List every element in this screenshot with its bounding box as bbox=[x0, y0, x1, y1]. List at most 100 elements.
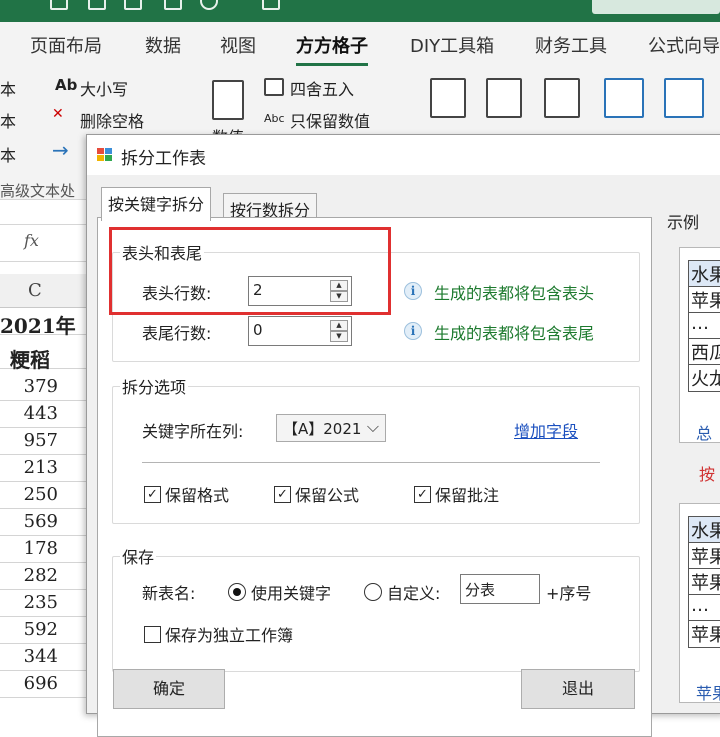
find-locate-icon[interactable] bbox=[664, 78, 704, 118]
checkbox-icon: ✓ bbox=[274, 485, 291, 503]
footer-rows-spinner[interactable]: 0 ▲ ▼ bbox=[248, 316, 352, 346]
example-frame-1: 水果 苹果 … 西瓜 火龙 总 bbox=[679, 247, 720, 443]
save-group bbox=[112, 556, 640, 672]
key-column-value: 【A】2021 bbox=[283, 420, 362, 438]
example-row: 水果 bbox=[689, 517, 720, 543]
ribbon-cut-item-2[interactable]: 本 bbox=[0, 108, 16, 132]
table-cell[interactable]: 443 bbox=[0, 401, 90, 428]
table-cell[interactable]: 569 bbox=[0, 509, 90, 536]
footer-rows-label: 表尾行数: bbox=[142, 324, 212, 343]
remove-spaces-button[interactable]: 删除空格 bbox=[80, 108, 144, 132]
copy-paste-icon[interactable] bbox=[430, 78, 466, 118]
radio-selected-icon bbox=[228, 583, 246, 601]
table-cell[interactable]: 696 bbox=[0, 671, 90, 698]
tab-view[interactable]: 视图 bbox=[220, 32, 256, 58]
keep-formula-label: 保留公式 bbox=[295, 486, 360, 505]
arrow-right-icon[interactable]: → bbox=[52, 138, 69, 162]
footer-hint: 生成的表都将包含表尾 bbox=[434, 324, 595, 343]
custom-name-label: 自定义: bbox=[387, 584, 441, 603]
camera-icon[interactable] bbox=[200, 0, 218, 10]
example-table-2: 水果 苹果 苹果 … 苹果 bbox=[688, 516, 720, 648]
key-column-select[interactable]: 【A】2021 ⌵ bbox=[276, 414, 386, 442]
ribbon-group-text-processing: 高级文本处 bbox=[0, 182, 76, 200]
ribbon-cut-item-3[interactable]: 本 bbox=[0, 142, 16, 166]
ok-button[interactable]: 确定 bbox=[113, 669, 225, 709]
values-icon[interactable] bbox=[212, 80, 244, 120]
keep-format-checkbox[interactable]: ✓ 保留格式 bbox=[144, 482, 229, 506]
sheet-cells[interactable]: 2021年 粳稻 379 443 957 213 250 569 178 282… bbox=[0, 308, 90, 701]
exit-button[interactable]: 退出 bbox=[521, 669, 635, 709]
table-cell[interactable]: 957 bbox=[0, 428, 90, 455]
header-hint: 生成的表都将包含表头 bbox=[434, 284, 595, 303]
tab-finance-tools[interactable]: 财务工具 bbox=[535, 32, 607, 58]
round-button[interactable]: 四舍五入 bbox=[290, 76, 354, 100]
table-cell[interactable]: 592 bbox=[0, 617, 90, 644]
save-group-label: 保存 bbox=[120, 544, 157, 568]
save-icon[interactable] bbox=[50, 0, 68, 10]
app-icon bbox=[97, 148, 113, 162]
highlight-box bbox=[109, 227, 391, 315]
table-cell[interactable]: 178 bbox=[0, 536, 90, 563]
custom-name-input[interactable]: 分表 bbox=[460, 574, 540, 604]
example-table-1: 水果 苹果 … 西瓜 火龙 bbox=[688, 260, 720, 392]
table-cell[interactable]: 282 bbox=[0, 563, 90, 590]
table-cell[interactable]: 2021年 bbox=[0, 308, 90, 338]
table-cell[interactable]: 250 bbox=[0, 482, 90, 509]
table-cell[interactable]: 379 bbox=[0, 374, 90, 401]
split-sheet-dialog: 拆分工作表 按关键字拆分 按行数拆分 表头和表尾 表头行数: 2 ▲ ▼ i 生… bbox=[86, 134, 720, 737]
table-cell[interactable]: 235 bbox=[0, 590, 90, 617]
custom-name-value: 分表 bbox=[465, 581, 496, 599]
uppercase-button[interactable]: 大小写 bbox=[80, 76, 128, 100]
divider bbox=[142, 462, 600, 463]
text-box-icon[interactable] bbox=[262, 0, 280, 10]
use-keyword-radio[interactable]: 使用关键字 bbox=[228, 580, 331, 604]
spin-up-icon[interactable]: ▲ bbox=[330, 320, 348, 331]
tab-diy-toolbox[interactable]: DIY工具箱 bbox=[410, 32, 494, 58]
remove-spaces-icon: ✕ bbox=[52, 106, 64, 122]
sort-icon[interactable] bbox=[124, 0, 142, 10]
tab-page-layout[interactable]: 页面布局 bbox=[30, 32, 102, 58]
column-letter: C bbox=[28, 280, 42, 301]
keep-comment-checkbox[interactable]: ✓ 保留批注 bbox=[414, 482, 499, 506]
table-cell[interactable]: 344 bbox=[0, 644, 90, 671]
info-icon: i bbox=[404, 322, 422, 340]
example-sheet-tab: 苹果 bbox=[696, 684, 720, 703]
key-column-label: 关键字所在列: bbox=[142, 422, 244, 441]
ribbon-tabs: 页面布局 数据 视图 方方格子 DIY工具箱 财务工具 公式向导 bbox=[0, 22, 720, 66]
checkbox-icon bbox=[144, 625, 161, 643]
custom-name-radio[interactable]: 自定义: bbox=[364, 580, 440, 604]
tab-fangfang[interactable]: 方方格子 bbox=[296, 32, 368, 66]
tab-formula-wizard[interactable]: 公式向导 bbox=[648, 32, 720, 58]
table-icon[interactable] bbox=[164, 0, 182, 10]
example-row: 水果 bbox=[689, 261, 720, 287]
independent-workbook-checkbox[interactable]: 保存为独立工作簿 bbox=[144, 622, 293, 646]
table-cell[interactable]: 粳稻 bbox=[0, 342, 90, 372]
add-field-link[interactable]: 增加字段 bbox=[514, 418, 578, 442]
footer-rows-value: 0 bbox=[253, 321, 263, 339]
dialog-title-bar[interactable]: 拆分工作表 bbox=[87, 135, 720, 175]
checkbox-icon: ✓ bbox=[414, 485, 431, 503]
spin-down-icon[interactable]: ▼ bbox=[330, 331, 348, 342]
example-row: … bbox=[689, 595, 720, 621]
example-row: 火龙 bbox=[691, 369, 720, 390]
function-icon[interactable]: fx bbox=[24, 231, 39, 250]
insert-row-icon[interactable] bbox=[486, 78, 522, 118]
keep-values-button[interactable]: 只保留数值 bbox=[290, 108, 370, 132]
example-row: 苹果 bbox=[689, 287, 720, 313]
example-by-label: 按 bbox=[699, 465, 716, 484]
tab-data[interactable]: 数据 bbox=[145, 32, 181, 58]
independent-workbook-label: 保存为独立工作簿 bbox=[165, 626, 294, 645]
search-box[interactable] bbox=[592, 0, 720, 14]
formula-bar[interactable]: fx bbox=[0, 224, 90, 262]
batch-delete-icon[interactable] bbox=[544, 78, 580, 118]
ribbon-cut-item-1[interactable]: 本 bbox=[0, 76, 16, 100]
dialog-title: 拆分工作表 bbox=[121, 149, 206, 169]
merge-sheets-icon[interactable] bbox=[604, 78, 644, 118]
table-cell[interactable]: 213 bbox=[0, 455, 90, 482]
column-header[interactable]: C bbox=[0, 274, 90, 308]
new-icon[interactable] bbox=[88, 0, 106, 10]
keep-formula-checkbox[interactable]: ✓ 保留公式 bbox=[274, 482, 359, 506]
tab-split-by-keyword[interactable]: 按关键字拆分 bbox=[101, 187, 212, 221]
example-row: 苹果 bbox=[691, 625, 720, 646]
round-icon bbox=[264, 78, 284, 96]
